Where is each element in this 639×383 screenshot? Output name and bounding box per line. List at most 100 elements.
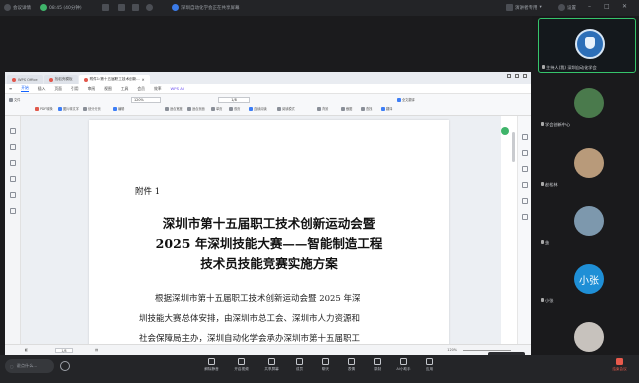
shape-icon[interactable] [522,182,528,188]
emoji-icon[interactable] [60,361,70,371]
menu-start[interactable]: 开始 [21,85,29,92]
participant-tile[interactable]: 赵松林 [538,134,636,189]
minimize-icon[interactable]: – [588,3,591,10]
participant-tile[interactable]: 学会创新中心 [538,76,636,131]
tab-template[interactable]: 找稻壳模板 [43,75,78,84]
thumbnail-icon[interactable] [10,144,16,150]
menu-view[interactable]: 视图 [104,86,112,92]
meeting-topbar: 会议详情 08:45 (40分钟) 深圳自动化学会正在共享屏幕 演讲者专用 ▾ … [0,0,639,16]
continuous-icon [249,106,253,111]
apps-icon [426,358,433,365]
menu-page[interactable]: 页面 [54,86,62,92]
ribbon-full-translate[interactable]: 全文翻译 [397,97,415,102]
zoom-select[interactable]: 120% [131,97,161,103]
ribbon-background[interactable]: 背景 [317,106,328,111]
menu-insert[interactable]: 插入 [38,86,46,92]
end-meeting-button[interactable]: 结束会议 [607,358,632,380]
chat-icon[interactable] [118,4,125,11]
annotate-icon[interactable] [522,134,528,140]
apps-button[interactable]: 应用 [417,358,442,380]
maximize-icon[interactable] [515,74,519,78]
ribbon-screenshot[interactable]: 截图 [341,106,352,111]
participant-tile[interactable]: 主持人(我) 深圳自动化学会 [538,18,636,73]
close-icon[interactable] [523,74,527,78]
ribbon-reading-mode[interactable]: 阅读模式 [277,106,295,111]
ribbon-single-page[interactable]: 单页 [211,106,222,111]
members-button[interactable]: 成员 [287,358,312,380]
ribbon-translate[interactable]: 翻译 [381,106,392,111]
comment-icon[interactable] [10,160,16,166]
start-video-button[interactable]: 开启视频 [229,358,254,380]
vertical-scrollbar[interactable] [512,132,515,162]
close-tab-icon[interactable]: ✕ [142,78,145,82]
pdf-icon [83,77,88,82]
menu-file-icon[interactable]: ≡ [9,86,12,91]
people-icon[interactable] [146,4,153,11]
close-icon[interactable]: ✕ [622,3,627,10]
zoom-slider[interactable] [463,350,511,351]
speaker-label: 演讲者专用 [515,5,538,11]
nav-icon[interactable]: ◧ [25,348,28,352]
avatar [574,206,604,236]
ribbon-image-to-text[interactable]: 图片转文字 [58,106,79,111]
reaction-button[interactable]: 表情 [339,358,364,380]
tab-wps-office[interactable]: WPS Office [7,75,43,84]
tab-label: WPS Office [18,77,38,82]
meeting-info-button[interactable]: 会议详情 [4,4,31,11]
chat-input[interactable]: ◌ 说点什么... [5,359,54,373]
document-body-line: 圳技能大赛总体安排，由深圳市总工会、深圳市人力资源和 [139,314,361,324]
share-icon [268,358,275,365]
speaker-view-button[interactable]: 演讲者专用 ▾ [506,4,542,11]
tab-document[interactable]: 附件1:第十五届职工技术创新... ✕ [78,75,150,84]
settings-button[interactable]: 设置 [558,4,576,11]
menu-review[interactable]: 审阅 [88,86,96,92]
record-button[interactable]: 录制 [365,358,390,380]
ribbon-split[interactable]: 划分分页 [83,106,101,111]
minimize-icon[interactable] [507,74,511,78]
chevron-down-icon: ▾ [539,5,542,10]
pdf-icon [35,106,39,111]
highlight-icon[interactable] [522,166,528,172]
stamp-icon[interactable] [522,214,528,220]
ribbon-file[interactable]: 文件 [9,97,20,102]
chat-button[interactable]: 聊天 [313,358,338,380]
share-screen-button[interactable]: 共享屏幕 [259,358,284,380]
search-icon [361,106,365,111]
participant-tile[interactable]: 茧 [538,192,636,247]
menu-tools[interactable]: 工具 [121,86,129,92]
template-icon [48,77,53,82]
attachment-icon[interactable] [10,192,16,198]
status-page[interactable]: 1/8 [55,348,73,353]
translate-float-icon[interactable] [501,127,509,135]
menu-efficiency[interactable]: 效率 [154,86,162,92]
menu-reference[interactable]: 引用 [71,86,79,92]
record-icon [374,358,381,365]
view-mode-icon[interactable]: ▤ [95,348,98,352]
ribbon-double-page[interactable]: 双页 [229,106,240,111]
menu-member[interactable]: 会员 [137,86,145,92]
shared-screen-area: WPS Office 找稻壳模板 附件1:第十五届职工技术创新... ✕ ≡ 开… [0,16,532,363]
ai-assistant-button[interactable]: AI小助手 [391,358,416,380]
search-icon[interactable] [10,208,16,214]
outline-icon[interactable] [10,176,16,182]
camera-icon [238,358,245,365]
participant-tile[interactable]: 小张 小张 [538,250,636,305]
text-icon[interactable] [522,198,528,204]
grid-icon[interactable] [102,4,109,11]
page-input[interactable]: 1/8 [218,97,250,103]
ribbon-edit[interactable]: 编辑 [113,106,124,111]
maximize-icon[interactable]: □ [604,3,610,10]
bookmark-icon[interactable] [10,128,16,134]
unmute-button[interactable]: 解除静音 [199,358,224,380]
shield-icon [4,4,11,11]
mic-muted-icon [541,298,544,302]
menu-wps-ai[interactable]: WPS AI [171,86,184,91]
ribbon-fit-width[interactable]: 适合宽度 [165,106,183,111]
ribbon-continuous[interactable]: 连续阅读 [249,106,267,111]
record-icon[interactable] [132,4,139,11]
meeting-name: 会议详情 [13,5,31,11]
ribbon-pdf-convert[interactable]: PDF转换 [35,106,53,111]
ribbon-fit-page[interactable]: 适合页面 [187,106,205,111]
ribbon-find[interactable]: 查找 [361,106,372,111]
pen-icon[interactable] [522,150,528,156]
